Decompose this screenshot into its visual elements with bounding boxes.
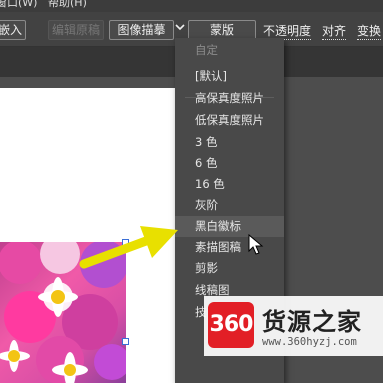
embed-button[interactable]: 嵌入: [0, 20, 26, 40]
preset-6-colors[interactable]: 6 色: [175, 153, 284, 174]
preset-sketched-art[interactable]: 素描图稿: [175, 237, 284, 258]
watermark-logo: 360: [208, 302, 254, 348]
preset-3-colors[interactable]: 3 色: [175, 132, 284, 153]
menu-help[interactable]: 帮助(H): [48, 0, 87, 8]
preset-grayscale[interactable]: 灰阶: [175, 195, 284, 216]
mask-button[interactable]: 蒙版: [188, 20, 256, 40]
watermark-url: www.360hyzj.com: [262, 336, 357, 348]
preset-high-fidelity-photo[interactable]: 高保真度照片: [175, 88, 284, 109]
preset-default[interactable]: [默认]: [175, 66, 284, 87]
preset-silhouettes[interactable]: 剪影: [175, 258, 284, 279]
menu-window[interactable]: 窗口(W): [0, 0, 37, 8]
watermark: 360 货源之家 www.360hyzj.com: [204, 296, 383, 356]
preset-16-colors[interactable]: 16 色: [175, 174, 284, 195]
transform-button[interactable]: 变换: [357, 22, 382, 40]
preset-black-and-white-logo[interactable]: 黑白徽标: [175, 216, 284, 237]
annotation-arrow-icon: [79, 226, 178, 269]
mouse-cursor-icon: [248, 234, 264, 255]
image-trace-button[interactable]: 图像描摹: [109, 20, 174, 40]
menu-header-custom: 自定: [195, 43, 218, 57]
preset-low-fidelity-photo[interactable]: 低保真度照片: [175, 110, 284, 131]
align-button[interactable]: 对齐: [322, 22, 347, 40]
chevron-down-icon: [175, 24, 185, 31]
image-trace-dropdown-button[interactable]: [175, 21, 185, 35]
selection-handle-right[interactable]: [122, 338, 129, 345]
edit-original-button[interactable]: 编辑原稿: [48, 20, 104, 40]
menu-bar: 窗口(W) 帮助(H): [0, 0, 383, 12]
watermark-title: 货源之家: [262, 308, 362, 336]
